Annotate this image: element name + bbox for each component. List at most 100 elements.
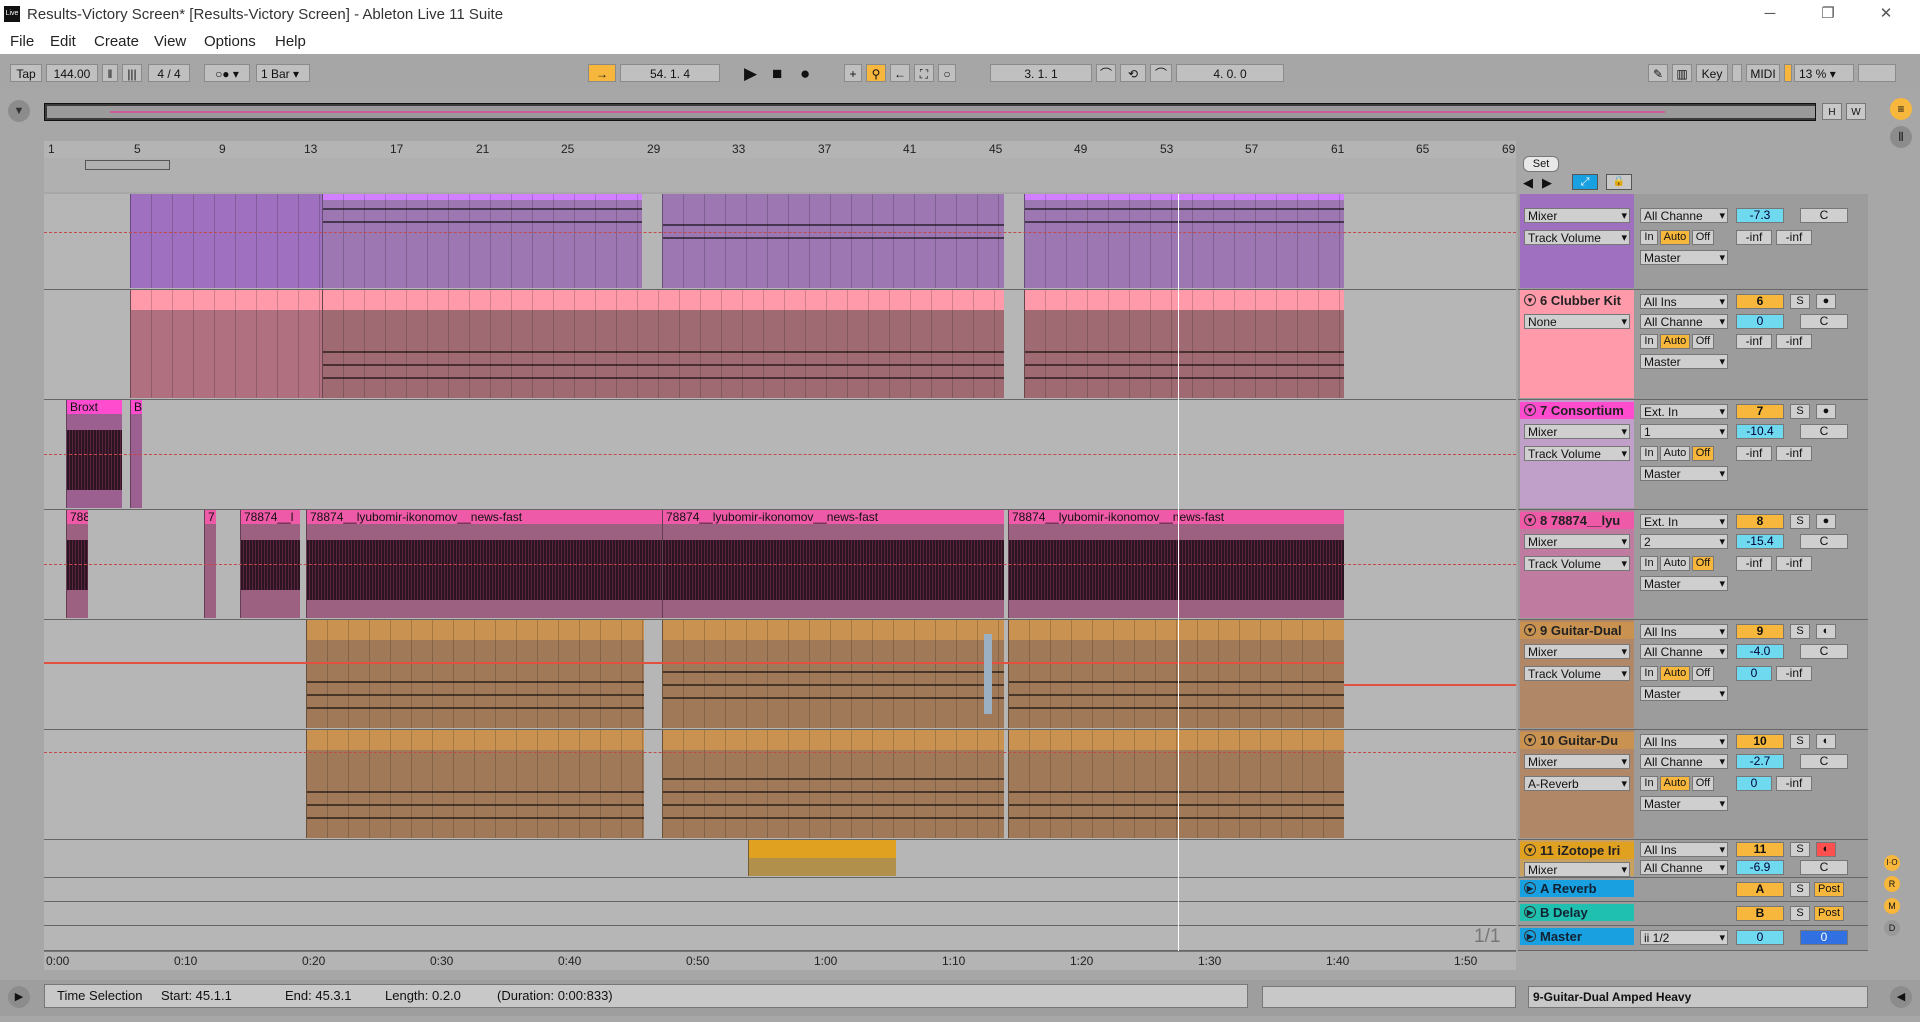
output-dropdown[interactable]: Master (1640, 466, 1728, 481)
track-control-dropdown[interactable]: A-Reverb (1524, 776, 1630, 791)
pan-field[interactable]: C (1800, 860, 1848, 875)
menu-view[interactable]: View (154, 33, 186, 50)
monitor-in-button[interactable]: In (1640, 666, 1658, 681)
channel-dropdown[interactable]: 1 (1640, 424, 1728, 439)
pan-field[interactable]: C (1800, 314, 1848, 329)
monitor-auto-button[interactable]: Auto (1660, 556, 1690, 571)
channel-dropdown[interactable]: All Channe (1640, 754, 1728, 769)
track-activator[interactable]: 7 (1736, 404, 1784, 419)
input-dropdown[interactable]: All Ins (1640, 294, 1728, 309)
returns-indicator-icon[interactable]: R (1884, 876, 1900, 892)
master-volume-field[interactable]: 0 (1736, 930, 1784, 945)
add-icon[interactable]: + (844, 64, 862, 82)
output-dropdown[interactable]: Master (1640, 354, 1728, 369)
optimize-width-button[interactable]: W (1846, 103, 1866, 120)
detail-toggle-icon[interactable]: ◀ (1890, 986, 1912, 1008)
solo-button[interactable]: S (1790, 734, 1810, 749)
loop-length-field[interactable]: 4. 0. 0 (1176, 64, 1284, 82)
punch-in-icon[interactable]: ⌒ (1096, 64, 1116, 82)
monitor-auto-button[interactable]: Auto (1660, 230, 1690, 245)
track-lane[interactable] (44, 730, 1516, 840)
loop-bar[interactable] (44, 158, 1516, 192)
menu-edit[interactable]: Edit (50, 33, 76, 50)
channel-dropdown[interactable]: All Channe (1640, 644, 1728, 659)
midi-clip[interactable] (322, 290, 1004, 398)
midi-clip[interactable] (1008, 730, 1344, 838)
track-name[interactable]: ▼ 11 iZotope Iri (1520, 842, 1634, 859)
monitor-off-button[interactable]: Off (1692, 446, 1714, 461)
device-title[interactable]: 9-Guitar-Dual Amped Heavy (1528, 986, 1868, 1008)
key-map-button[interactable]: Key (1696, 64, 1728, 82)
record-icon[interactable]: ● (800, 65, 810, 83)
track-control-dropdown[interactable]: Track Volume (1524, 556, 1630, 571)
midi-clip[interactable] (130, 290, 340, 398)
track-sub-dropdown[interactable]: Mixer (1524, 424, 1630, 439)
output-dropdown[interactable]: Master (1640, 796, 1728, 811)
input-dropdown[interactable]: Ext. In (1640, 514, 1728, 529)
midi-clip[interactable] (1024, 290, 1344, 398)
monitor-auto-button[interactable]: Auto (1660, 666, 1690, 681)
monitor-in-button[interactable]: In (1640, 556, 1658, 571)
monitor-in-button[interactable]: In (1640, 334, 1658, 349)
track-lane[interactable] (44, 840, 1516, 878)
midi-clip[interactable] (306, 620, 644, 728)
output-dropdown[interactable]: Master (1640, 686, 1728, 701)
return-track-name[interactable]: ▶ A Reverb (1520, 880, 1634, 897)
nudge-up-icon[interactable]: ||| (122, 64, 142, 82)
midi-clip[interactable] (662, 620, 1004, 728)
master-output-dropdown[interactable]: ii 1/2 (1640, 930, 1728, 945)
set-button[interactable]: Set (1523, 156, 1559, 172)
beat-ruler[interactable]: 1 5 9 13 17 21 25 29 33 37 41 45 49 53 5… (44, 141, 1516, 159)
track-name[interactable]: ▼ 7 Consortium (1520, 402, 1634, 419)
track-header[interactable]: ▼ 10 Guitar-Du Mixer A-Reverb All Ins All… (1518, 730, 1868, 840)
fold-icon[interactable]: ▼ (1524, 624, 1536, 636)
track-activator[interactable]: 11 (1736, 842, 1784, 857)
pan-field[interactable]: C (1800, 208, 1848, 223)
fold-icon[interactable]: ▼ (1524, 734, 1536, 746)
track-lane[interactable] (44, 290, 1516, 400)
track-lane[interactable] (44, 620, 1516, 730)
next-locator-icon[interactable]: ▶ (1542, 175, 1552, 191)
detail-view-icon[interactable]: ≡ (1890, 98, 1912, 120)
monitor-auto-button[interactable]: Auto (1660, 446, 1690, 461)
tempo-field[interactable]: 144.00 (46, 64, 98, 82)
pan-field[interactable]: C (1800, 754, 1848, 769)
volume-field[interactable]: -10.4 (1736, 424, 1784, 439)
channel-dropdown[interactable]: All Channe (1640, 208, 1728, 223)
track-sub-dropdown[interactable]: Mixer (1524, 208, 1630, 223)
track-activator[interactable]: 8 (1736, 514, 1784, 529)
menu-file[interactable]: File (10, 33, 34, 50)
fold-icon[interactable]: ▼ (1524, 294, 1536, 306)
track-activator[interactable]: 10 (1736, 734, 1784, 749)
track-header[interactable]: ▼ 7 Consortium Mixer Track Volume Ext. In… (1518, 400, 1868, 510)
follow-icon[interactable]: → (588, 64, 616, 82)
midi-clip[interactable] (748, 840, 896, 876)
return-track-name[interactable]: ▶ B Delay (1520, 904, 1634, 921)
return-activator[interactable]: A (1736, 882, 1784, 897)
output-dropdown[interactable]: Master (1640, 576, 1728, 591)
track-header[interactable]: Mixer Track Volume All Channe In Auto Of… (1518, 194, 1868, 290)
fold-icon[interactable]: ▶ (1524, 882, 1536, 894)
session-record-icon[interactable]: ○ (938, 64, 956, 82)
track-header[interactable]: ▼ 8 78874__lyu Mixer Track Volume Ext. In… (1518, 510, 1868, 620)
track-header[interactable]: ▼ 6 Clubber Kit None All Ins All Channe I… (1518, 290, 1868, 400)
return-lane-b[interactable] (44, 902, 1516, 926)
pan-field[interactable]: C (1800, 534, 1848, 549)
mini-clip-overview[interactable] (1262, 986, 1516, 1008)
volume-field[interactable]: -4.0 (1736, 644, 1784, 659)
delay-indicator-icon[interactable]: D (1884, 920, 1900, 936)
input-dropdown[interactable]: All Ins (1640, 842, 1728, 857)
fold-icon[interactable]: ▶ (1524, 906, 1536, 918)
channel-dropdown[interactable]: 2 (1640, 534, 1728, 549)
midi-clip[interactable] (322, 194, 642, 288)
back-to-arrangement-icon[interactable]: ← (890, 64, 910, 82)
monitor-in-button[interactable]: In (1640, 776, 1658, 791)
solo-button[interactable]: S (1790, 514, 1810, 529)
draw-mode-icon[interactable]: ✎ (1648, 64, 1668, 82)
track-lane[interactable]: 788 7 78874__l 78874__lyubomir-ikonomov_… (44, 510, 1516, 620)
arm-icon[interactable]: ◐ (1816, 734, 1836, 749)
fold-icon[interactable]: ▼ (1524, 844, 1536, 856)
restore-icon[interactable]: ❐ (1808, 3, 1848, 25)
track-sub-dropdown[interactable]: None (1524, 314, 1630, 329)
monitor-off-button[interactable]: Off (1692, 334, 1714, 349)
